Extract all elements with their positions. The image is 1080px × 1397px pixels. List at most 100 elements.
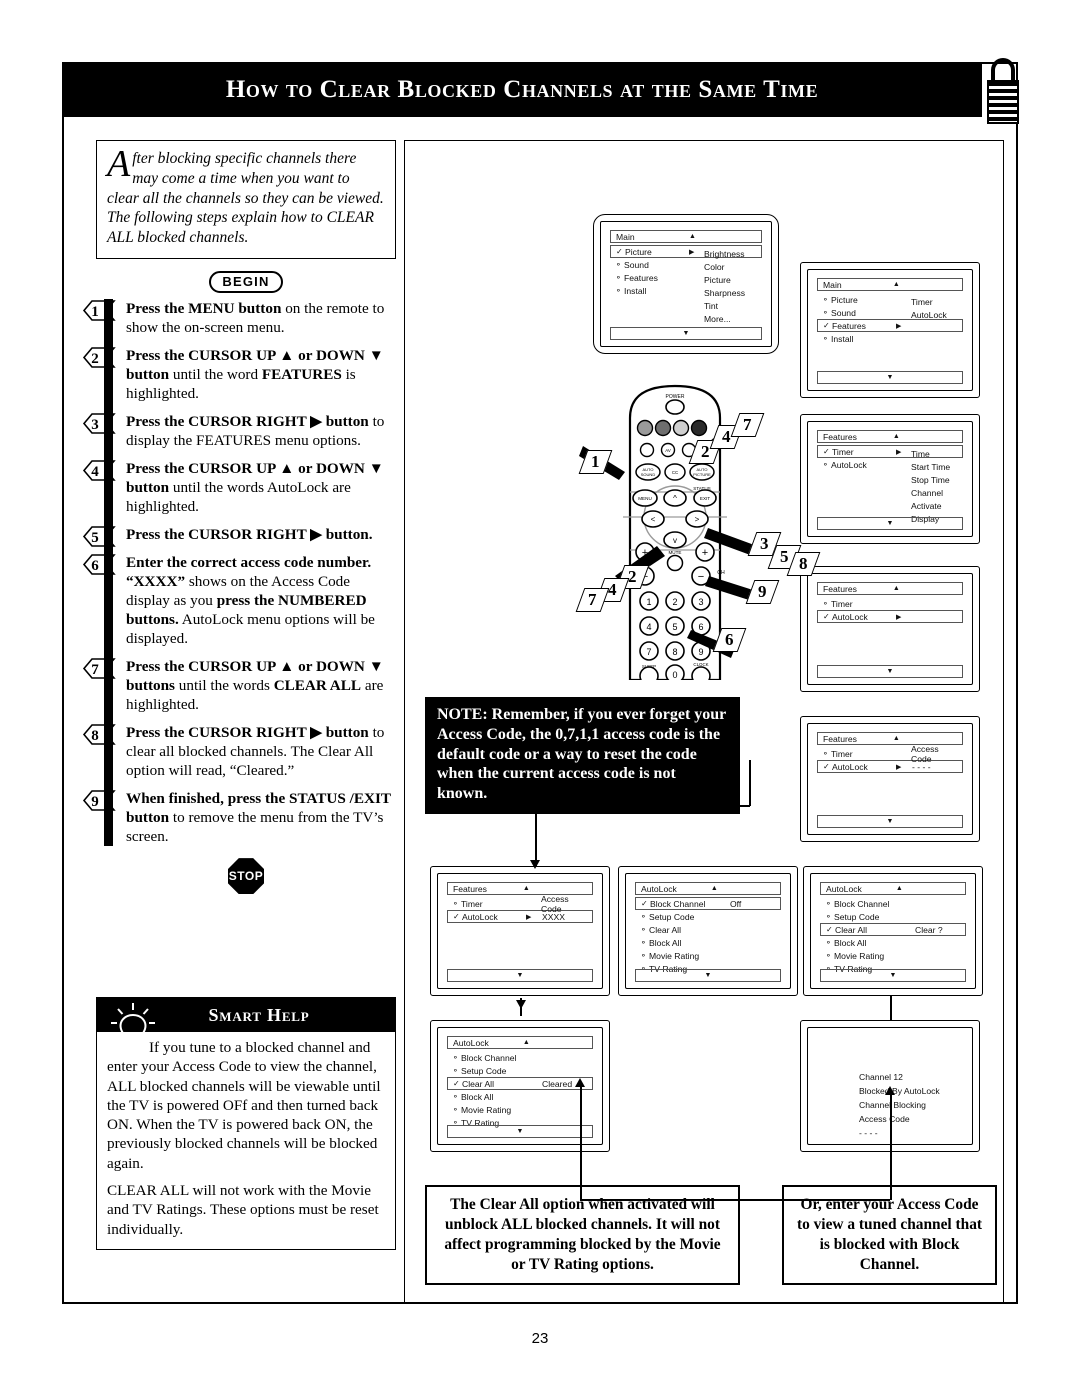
- menu-row[interactable]: ✓ AutoLock ▶: [817, 610, 963, 623]
- menu-title-label: AutoLock: [453, 1037, 489, 1048]
- svg-text:1: 1: [91, 304, 99, 320]
- menu-title: Features ▲: [447, 882, 593, 895]
- menu-bullet-icon: ⚬: [615, 273, 622, 282]
- step-text: Press the CURSOR UP ▲ or DOWN ▼ buttons …: [126, 658, 384, 714]
- menu-item: Tint: [704, 301, 719, 311]
- menu-row-label: Block Channel: [834, 898, 890, 909]
- menu-item: Access Code: [859, 1114, 910, 1124]
- menu-row-label: Setup Code: [461, 1065, 507, 1076]
- menu-row-label: Block Channel: [461, 1052, 517, 1063]
- menu-item: Brightness: [704, 249, 745, 259]
- svg-text:6: 6: [698, 622, 703, 632]
- menu-row-value: XXXX: [542, 911, 565, 922]
- intro-box: After blocking specific channels there m…: [96, 140, 396, 260]
- menu-row[interactable]: ⚬ Clear All: [635, 923, 781, 936]
- chevron-up-icon: ▲: [689, 233, 696, 240]
- note-box: NOTE: Remember, if you ever forget your …: [425, 697, 740, 815]
- menu-row-label: Features: [832, 320, 866, 331]
- svg-text:5: 5: [91, 530, 99, 546]
- menu-bullet-icon: ⚬: [822, 308, 829, 317]
- chevron-down-icon: ▼: [886, 668, 894, 675]
- page-title: How to Clear Blocked Channels at the Sam…: [225, 75, 819, 103]
- menu-row[interactable]: ⚬ Install: [817, 332, 963, 345]
- menu-row[interactable]: ⚬ Setup Code: [635, 910, 781, 923]
- chevron-down-icon: ▼: [886, 520, 894, 527]
- menu-title-label: AutoLock: [826, 883, 862, 894]
- chevron-up-icon: ▲: [892, 433, 900, 440]
- menu-submenu-column: Brightness Color Picture Sharpness Tint More.…: [704, 248, 745, 326]
- menu-row-label: Movie Rating: [649, 950, 700, 961]
- menu-row[interactable]: ✓ AutoLock ▶ XXXX: [447, 910, 593, 923]
- chevron-down-icon: ▼: [889, 972, 897, 979]
- menu-row-arrow-icon: ▶: [896, 763, 902, 771]
- tv-screen-main-picture: Main ▲ ✓ Picture ▶ ⚬ Sound ⚬ Features ⚬ Install …: [593, 214, 779, 354]
- menu-row-arrow-icon: ▶: [689, 248, 695, 256]
- menu-row[interactable]: ✓ Clear All Cleared: [447, 1077, 593, 1090]
- tv-screen-features-timer: Features ▲ ✓ Timer ▶ ⚬ AutoLock Time Start Ti…: [800, 414, 980, 544]
- menu-row[interactable]: ⚬ Block All: [820, 936, 966, 949]
- menu-row-label: Picture: [831, 294, 858, 305]
- svg-text:MENU: MENU: [638, 496, 652, 501]
- menu-title-label: Features: [823, 583, 857, 594]
- step-3: 3 Press the CURSOR RIGHT ▶ button to disp…: [82, 412, 396, 450]
- svg-text:7: 7: [646, 647, 651, 657]
- power-button: [665, 399, 685, 415]
- caption-clear-all: The Clear All option when activated will…: [425, 1185, 740, 1286]
- menu-item: Time: [911, 449, 930, 459]
- menu-title: Features ▲: [817, 430, 963, 443]
- menu-item: Channel Blocking: [859, 1100, 926, 1110]
- menu-item: Sharpness: [704, 288, 746, 298]
- step-7: 7 Press the CURSOR UP ▲ or DOWN ▼ buttons…: [82, 657, 396, 714]
- svg-text:7: 7: [91, 662, 99, 678]
- menu-row-label: Install: [624, 285, 647, 296]
- menu-row[interactable]: ✓ AutoLock ▶ - - - -: [817, 760, 963, 773]
- menu-item: Picture: [704, 275, 731, 285]
- chevron-up-icon: ▲: [522, 885, 530, 892]
- menu-row-label: Timer: [461, 898, 483, 909]
- remote-control-illustration: POWER AV AUTO SOUND CC AUTO PICTURE STAT…: [575, 380, 820, 686]
- menu-item: AutoLock: [911, 310, 947, 320]
- svg-text:4: 4: [646, 622, 651, 632]
- connector: [520, 998, 522, 1016]
- menu-row-label: Clear All: [649, 924, 681, 935]
- menu-row[interactable]: ⚬ Block All: [635, 936, 781, 949]
- caption-access-code: Or, enter your Access Code to view a tun…: [782, 1185, 997, 1286]
- menu-row[interactable]: ⚬ Block All: [447, 1090, 593, 1103]
- menu-row[interactable]: ⚬ Block Channel: [447, 1051, 593, 1064]
- menu-row-label: Clear All: [835, 924, 867, 935]
- arrow-down-icon: [530, 860, 540, 869]
- menu-row[interactable]: ✓ Block Channel Off: [635, 897, 781, 910]
- tv-screen-access-code-blank: Features ▲ ⚬ Timer Access Code ✓ AutoLock ▶ - …: [800, 716, 980, 842]
- svg-text:AV: AV: [665, 448, 671, 453]
- menu-row-label: Timer: [832, 446, 854, 457]
- tv-screen-features-autolock: Features ▲ ⚬ Timer ✓ AutoLock ▶ ▼: [800, 566, 980, 692]
- menu-row[interactable]: ⚬ Movie Rating: [447, 1103, 593, 1116]
- caption-text: The Clear All option when activated will…: [444, 1196, 721, 1274]
- menu-row[interactable]: ⚬ Movie Rating: [635, 949, 781, 962]
- menu-row[interactable]: ⚬ Timer: [817, 597, 963, 610]
- menu-bullet-icon: ⚬: [822, 460, 829, 469]
- menu-row-label: Setup Code: [649, 911, 695, 922]
- menu-row[interactable]: ⚬ Timer Access Code: [447, 894, 593, 914]
- menu-item: Channel 12: [859, 1072, 903, 1082]
- menu-row[interactable]: ⚬ Setup Code: [820, 910, 966, 923]
- menu-row[interactable]: ⚬ Setup Code: [447, 1064, 593, 1077]
- menu-bullet-icon: ⚬: [452, 899, 459, 908]
- svg-text:2: 2: [91, 351, 99, 367]
- tv-screen-autolock-clear-query: AutoLock ▲ ⚬ Block Channel ⚬ Setup Code ✓ Cle…: [803, 866, 983, 996]
- menu-row-label: AutoLock: [832, 611, 868, 622]
- svg-text:PICTURE: PICTURE: [693, 472, 711, 477]
- menu-row[interactable]: ✓ Clear All Clear ?: [820, 923, 966, 936]
- svg-text:3: 3: [698, 597, 703, 607]
- menu-row-label: Sound: [831, 307, 856, 318]
- menu-rows: ⚬ Block Channel ⚬ Setup Code ✓ Clear All Clear…: [447, 1051, 593, 1129]
- menu-row[interactable]: ⚬ Block Channel: [820, 897, 966, 910]
- menu-bullet-icon: ⚬: [615, 286, 622, 295]
- menu-row[interactable]: ⚬ Movie Rating: [820, 949, 966, 962]
- menu-footer: ▼: [610, 327, 762, 340]
- menu-row-label: Picture: [625, 246, 652, 257]
- svg-text:<: <: [651, 515, 656, 524]
- menu-row-label: Timer: [831, 598, 853, 609]
- menu-row[interactable]: ⚬ Timer Access Code: [817, 744, 963, 764]
- svg-text:1: 1: [646, 597, 651, 607]
